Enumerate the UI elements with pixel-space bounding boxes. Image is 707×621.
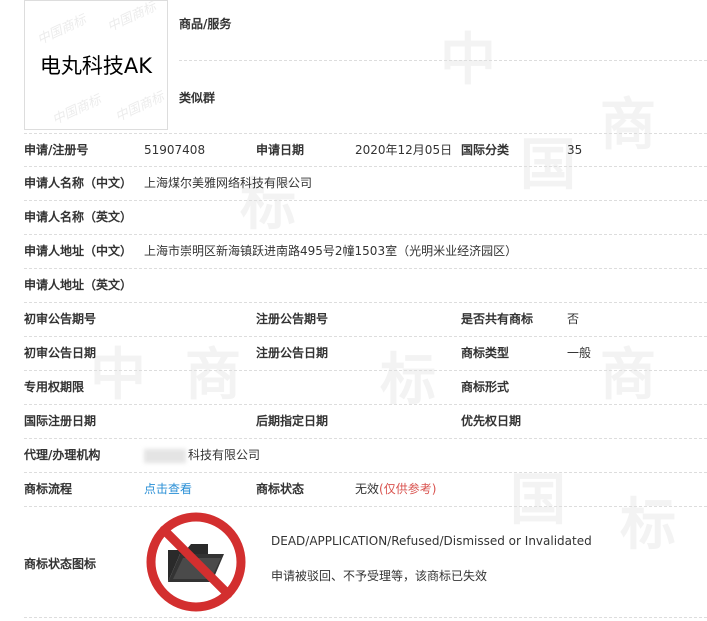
registration-row: 申请/注册号 51907408 申请日期 2020年12月05日 国际分类 35 — [24, 133, 707, 167]
status-icon-row: 商标状态图标 DEAD/APPLICATION/Refused/Dismisse… — [24, 506, 707, 618]
intl-class-label: 国际分类 — [461, 143, 510, 157]
divider — [179, 60, 707, 61]
trademark-flow-label: 商标流程 — [24, 482, 73, 496]
applicant-address-cn-value: 上海市崇明区新海镇跃进南路495号2幢1503室（光明米业经济园区） — [144, 244, 518, 258]
applicant-name-en-row: 申请人名称（英文） — [24, 201, 707, 235]
application-date-value: 2020年12月05日 — [355, 143, 453, 157]
regno-label: 申请/注册号 — [24, 143, 89, 157]
first-announcement-number-label: 初审公告期号 — [24, 312, 97, 326]
agent-value: 科技有限公司 — [144, 439, 260, 472]
exclusive-right-row: 专用权期限 商标形式 — [24, 371, 707, 405]
status-icon-label: 商标状态图标 — [24, 557, 97, 571]
exclusive-right-period-label: 专用权期限 — [24, 380, 85, 394]
trademark-type-label: 商标类型 — [461, 346, 510, 360]
status-text: 无效 — [355, 482, 380, 496]
trademark-image: 中国商标 中国商标 中国商标 中国商标 电丸科技AK — [24, 0, 168, 130]
shared-trademark-label: 是否共有商标 — [461, 312, 534, 326]
announcement-number-row: 初审公告期号 注册公告期号 是否共有商标 否 — [24, 303, 707, 337]
priority-date-label: 优先权日期 — [461, 414, 522, 428]
agent-row: 代理/办理机构 科技有限公司 — [24, 439, 707, 473]
applicant-name-cn-value: 上海煤尔美雅网络科技有限公司 — [144, 176, 313, 190]
applicant-address-en-row: 申请人地址（英文） — [24, 269, 707, 303]
shared-trademark-value: 否 — [567, 312, 580, 326]
trademark-status-value: 无效(仅供参考) — [355, 473, 436, 506]
logo-watermark: 中国商标 — [35, 12, 89, 49]
agent-label: 代理/办理机构 — [24, 448, 101, 462]
intl-registration-date-label: 国际注册日期 — [24, 414, 97, 428]
applicant-name-en-label: 申请人名称（英文） — [24, 210, 133, 224]
trademark-name: 电丸科技AK — [39, 54, 153, 78]
first-announcement-date-label: 初审公告日期 — [24, 346, 97, 360]
goods-services-label: 商品/服务 — [179, 17, 232, 31]
logo-watermark: 中国商标 — [50, 92, 104, 129]
announcement-date-row: 初审公告日期 注册公告日期 商标类型 一般 — [24, 337, 707, 371]
similar-group-label: 类似群 — [179, 91, 216, 105]
status-description-en: DEAD/APPLICATION/Refused/Dismissed or In… — [271, 534, 592, 548]
applicant-address-cn-row: 申请人地址（中文） 上海市崇明区新海镇跃进南路495号2幢1503室（光明米业经… — [24, 235, 707, 269]
flow-status-row: 商标流程 点击查看 商标状态 无效(仅供参考) — [24, 473, 707, 507]
logo-watermark: 中国商标 — [105, 0, 159, 36]
applicant-name-cn-row: 申请人名称（中文） 上海煤尔美雅网络科技有限公司 — [24, 167, 707, 201]
later-designation-date-label: 后期指定日期 — [256, 414, 329, 428]
registration-announcement-number-label: 注册公告期号 — [256, 312, 329, 326]
intl-class-value: 35 — [567, 143, 583, 157]
view-flow-link[interactable]: 点击查看 — [144, 473, 192, 506]
applicant-name-cn-label: 申请人名称（中文） — [24, 176, 133, 190]
regno-value: 51907408 — [144, 143, 206, 157]
application-date-label: 申请日期 — [256, 143, 305, 157]
trademark-status-label: 商标状态 — [256, 482, 305, 496]
applicant-address-en-label: 申请人地址（英文） — [24, 278, 133, 292]
status-description-cn: 申请被驳回、不予受理等，该商标已失效 — [271, 569, 488, 583]
trademark-form-label: 商标形式 — [461, 380, 510, 394]
redacted-block — [144, 448, 186, 463]
logo-watermark: 中国商标 — [113, 89, 167, 126]
registration-announcement-date-label: 注册公告日期 — [256, 346, 329, 360]
international-date-row: 国际注册日期 后期指定日期 优先权日期 — [24, 405, 707, 439]
agent-name: 科技有限公司 — [188, 448, 261, 462]
applicant-address-cn-label: 申请人地址（中文） — [24, 244, 133, 258]
watermark-char: 中 — [440, 27, 496, 93]
status-note: (仅供参考) — [379, 482, 437, 496]
no-folder-prohibited-icon — [146, 512, 246, 612]
trademark-type-value: 一般 — [567, 346, 592, 360]
